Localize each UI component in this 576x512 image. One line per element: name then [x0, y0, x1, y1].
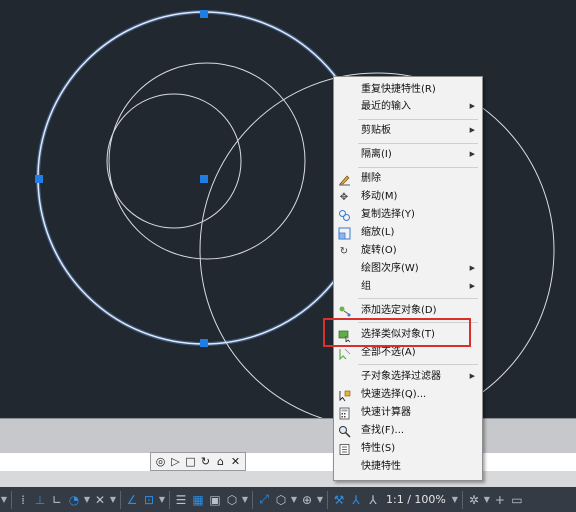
annotation-scale-icon[interactable]: ⅄ — [365, 490, 381, 510]
menu-item-find[interactable]: 查找(F)... — [334, 422, 482, 440]
submenu-arrow-icon: ▶ — [469, 372, 475, 380]
menu-separator — [358, 298, 478, 299]
submenu-arrow-icon: ▶ — [469, 150, 475, 158]
menu-item-scale[interactable]: 缩放(L) — [334, 224, 482, 242]
quick-select-icon — [337, 388, 351, 402]
layout-tabs-area — [0, 453, 576, 471]
osnap-icon[interactable]: ✕ — [92, 490, 108, 510]
polar-icon[interactable]: ◔ — [66, 490, 82, 510]
infer-icon[interactable]: ⊥ — [32, 490, 48, 510]
menu-item-quick-properties[interactable]: 快捷特性 — [334, 458, 482, 476]
gear-icon[interactable]: ✲ — [466, 490, 482, 510]
view-playback-controls: ◎ ▷ □ ↻ ⌂ ✕ — [150, 452, 246, 471]
add-selected-icon — [337, 304, 351, 318]
move-icon: ✥ — [339, 191, 349, 203]
play-icon[interactable]: ▷ — [169, 454, 182, 469]
menu-item-quick-calc[interactable]: 快速计算器 — [334, 404, 482, 422]
gizmo-icon[interactable]: ⊕ — [299, 490, 315, 510]
steering-wheel-icon[interactable]: ◎ — [154, 454, 167, 469]
submenu-arrow-icon: ▶ — [469, 126, 475, 134]
scale-icon — [337, 226, 351, 240]
deselect-all-icon — [337, 346, 351, 360]
menu-item-rotate[interactable]: ↻ 旋转(O) — [334, 242, 482, 260]
divider — [252, 490, 253, 509]
close-icon[interactable]: ✕ — [229, 454, 242, 469]
divider — [11, 490, 12, 509]
fullscreen-icon[interactable]: ▭ — [509, 490, 525, 510]
status-bar: ▼ ⁞ ⊥ ∟ ◔ ▼ ✕ ▼ ∠ ⊡ ▼ ☰ ▦ ▣ ⬡ ▼ ⤢ ⬡ ▼ ⊕ … — [0, 487, 576, 512]
refresh-icon[interactable]: ↻ — [199, 454, 212, 469]
context-menu: 重复快捷特性(R) 最近的输入 ▶ 剪贴板 ▶ 隔离(I) ▶ 删除 ✥ 移动(… — [333, 76, 483, 481]
selection-filter-icon[interactable]: ⬡ — [273, 490, 289, 510]
menu-separator — [358, 143, 478, 144]
menu-separator — [358, 167, 478, 168]
chevron-down-icon[interactable]: ▼ — [241, 490, 249, 510]
menu-item-isolate[interactable]: 隔离(I) ▶ — [334, 146, 482, 164]
menu-item-group[interactable]: 组 ▶ — [334, 278, 482, 296]
plus-icon[interactable]: + — [492, 490, 508, 510]
submenu-arrow-icon: ▶ — [469, 102, 475, 110]
small-circle-1 — [106, 93, 242, 229]
calculator-icon — [337, 406, 351, 420]
menu-item-quick-select[interactable]: 快速选择(Q)... — [334, 386, 482, 404]
snap-icon[interactable]: ⁞ — [15, 490, 31, 510]
menu-item-clipboard[interactable]: 剪贴板 ▶ — [334, 122, 482, 140]
menu-item-copy-selection[interactable]: 复制选择(Y) — [334, 206, 482, 224]
menu-item-erase[interactable]: 删除 — [334, 170, 482, 188]
menu-item-properties[interactable]: 特性(S) — [334, 440, 482, 458]
grip-top — [200, 10, 208, 18]
transparency-icon[interactable]: ▦ — [190, 490, 206, 510]
divider — [169, 490, 170, 509]
submenu-arrow-icon: ▶ — [469, 282, 475, 290]
divider — [327, 490, 328, 509]
menu-item-subobject-filter[interactable]: 子对象选择过滤器 ▶ — [334, 368, 482, 386]
eraser-icon — [337, 172, 351, 186]
ortho-icon[interactable]: ∟ — [49, 490, 65, 510]
3d-osnap-icon[interactable]: ⬡ — [224, 490, 240, 510]
chevron-down-icon[interactable]: ▼ — [158, 490, 166, 510]
lineweight-icon[interactable]: ☰ — [173, 490, 189, 510]
menu-item-move[interactable]: ✥ 移动(M) — [334, 188, 482, 206]
auto-scale-icon[interactable]: ⅄ — [348, 490, 364, 510]
dynamic-ucs-icon[interactable]: ⤢ — [256, 490, 272, 510]
drawing-geometry — [35, 10, 555, 418]
otrack-icon[interactable]: ∠ — [124, 490, 140, 510]
grip-bottom — [200, 339, 208, 347]
chevron-down-icon[interactable]: ▼ — [451, 490, 459, 510]
chevron-down-icon[interactable]: ▼ — [0, 490, 8, 510]
menu-item-repeat-quick-properties[interactable]: 重复快捷特性(R) — [334, 81, 482, 99]
chevron-down-icon[interactable]: ▼ — [483, 490, 491, 510]
chevron-down-icon[interactable]: ▼ — [109, 490, 117, 510]
menu-separator — [358, 364, 478, 365]
properties-icon — [337, 442, 351, 456]
find-icon — [337, 424, 351, 438]
highlight-box — [323, 318, 471, 347]
camera-icon[interactable]: ⌂ — [214, 454, 227, 469]
divider — [120, 490, 121, 509]
drawing-canvas[interactable] — [0, 0, 576, 418]
ducs-icon[interactable]: ⊡ — [141, 490, 157, 510]
status-separator — [0, 471, 576, 487]
divider — [461, 490, 463, 509]
grip-left — [35, 175, 43, 183]
rotate-icon: ↻ — [339, 245, 349, 257]
annotation-scale-value[interactable]: 1:1 / 100% — [382, 493, 450, 506]
chevron-down-icon[interactable]: ▼ — [290, 490, 298, 510]
grip-center — [200, 175, 208, 183]
command-line-area[interactable] — [0, 418, 576, 454]
small-circle-2 — [108, 62, 306, 260]
menu-item-draw-order[interactable]: 绘图次序(W) ▶ — [334, 260, 482, 278]
copy-icon — [337, 208, 351, 222]
chevron-down-icon[interactable]: ▼ — [83, 490, 91, 510]
submenu-arrow-icon: ▶ — [469, 264, 475, 272]
annotation-visibility-icon[interactable]: ⚒ — [331, 490, 347, 510]
menu-separator — [358, 119, 478, 120]
menu-item-recent-input[interactable]: 最近的输入 ▶ — [334, 98, 482, 116]
selection-cycling-icon[interactable]: ▣ — [207, 490, 223, 510]
chevron-down-icon[interactable]: ▼ — [316, 490, 324, 510]
stop-icon[interactable]: □ — [184, 454, 197, 469]
